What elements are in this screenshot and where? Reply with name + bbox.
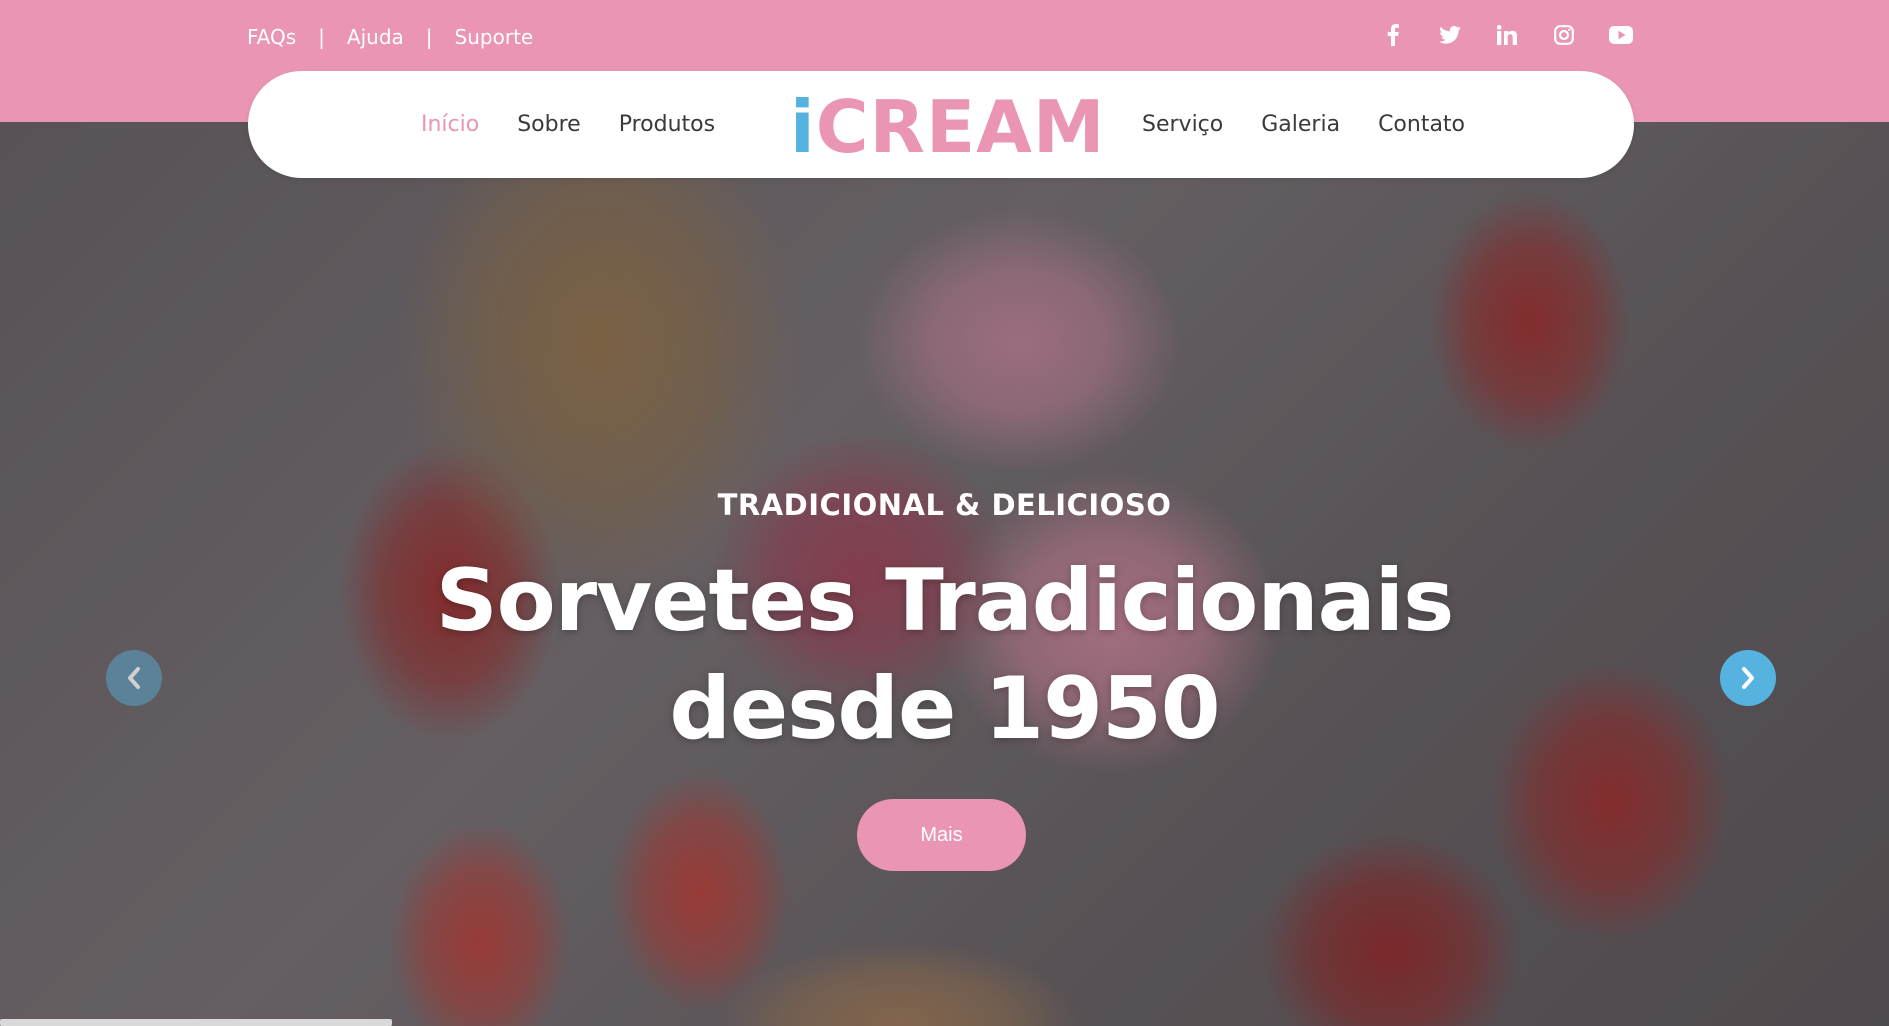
nav-item-about[interactable]: Sobre [517, 112, 581, 137]
chevron-right-icon [1742, 667, 1754, 689]
support-link[interactable]: Suporte [455, 25, 534, 49]
logo[interactable]: i CREAM [790, 83, 1106, 163]
help-link[interactable]: Ajuda [347, 25, 404, 49]
hero-subtitle: TRADICIONAL & DELICIOSO [717, 488, 1172, 522]
nav-item-contact[interactable]: Contato [1378, 112, 1465, 137]
linkedin-icon[interactable] [1493, 18, 1521, 52]
main-navbar: Início Sobre Produtos i CREAM Serviço Gal… [248, 71, 1634, 178]
top-links: FAQs | Ajuda | Suporte [247, 22, 533, 52]
separator: | [318, 25, 325, 49]
chevron-left-icon [128, 667, 140, 689]
headline-line-2: desde 1950 [669, 659, 1220, 759]
facebook-icon[interactable] [1379, 18, 1407, 52]
twitter-icon[interactable] [1436, 18, 1464, 52]
separator: | [425, 25, 433, 49]
nav-item-home[interactable]: Início [421, 112, 479, 137]
carousel-next-button[interactable] [1720, 650, 1776, 706]
hero-headline: Sorvetes Tradicionais desde 1950 [0, 547, 1889, 763]
nav-item-gallery[interactable]: Galeria [1261, 112, 1340, 137]
logo-rest: CREAM [815, 85, 1106, 169]
horizontal-scrollbar[interactable] [0, 1019, 392, 1026]
youtube-icon[interactable] [1607, 18, 1635, 52]
more-button[interactable]: Mais [857, 799, 1026, 871]
nav-right-group: Serviço Galeria Contato [1142, 71, 1465, 178]
hero-banner: TRADICIONAL & DELICIOSO Sorvetes Tradici… [0, 122, 1889, 1026]
nav-item-products[interactable]: Produtos [619, 112, 715, 137]
nav-item-service[interactable]: Serviço [1142, 112, 1223, 137]
carousel-prev-button[interactable] [106, 650, 162, 706]
headline-line-1: Sorvetes Tradicionais [435, 551, 1455, 651]
social-links [1379, 18, 1635, 52]
faqs-link[interactable]: FAQs [247, 25, 296, 49]
instagram-icon[interactable] [1550, 18, 1578, 52]
nav-left-group: Início Sobre Produtos [421, 71, 715, 178]
logo-first-letter: i [790, 85, 816, 169]
